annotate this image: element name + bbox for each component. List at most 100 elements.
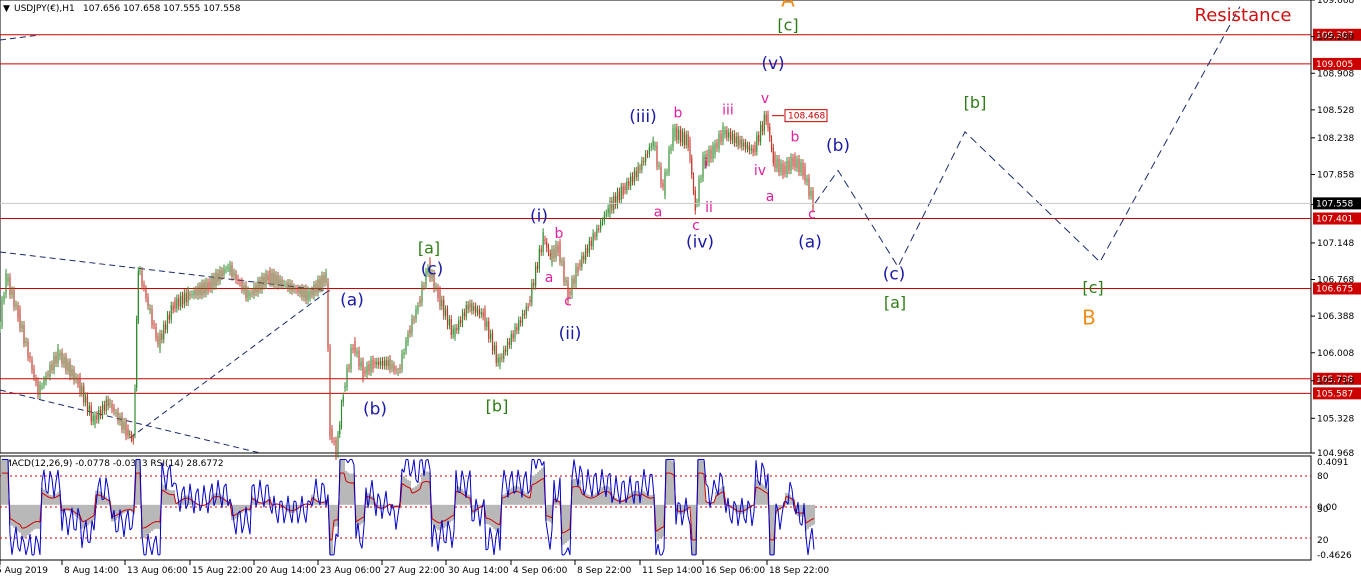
wave-label: b [674, 105, 683, 121]
candle-body [439, 289, 441, 307]
candle-body [798, 158, 800, 173]
candle-body [172, 305, 174, 310]
macd-signal-segment [23, 526, 27, 529]
candle-body [452, 328, 454, 335]
candle-body [136, 319, 138, 388]
candle-body [168, 314, 170, 320]
candle-body [119, 416, 121, 423]
candle-body [399, 367, 401, 370]
candle-body [808, 177, 810, 196]
candle-body [27, 342, 29, 358]
candle-body [261, 276, 263, 290]
candle-body [370, 359, 372, 373]
macd-signal-segment [647, 497, 651, 499]
candle-body [788, 160, 790, 171]
candle-body [325, 272, 327, 283]
candle-body [618, 191, 620, 201]
candle-body [733, 133, 735, 143]
candle-body [155, 326, 157, 338]
macd-signal-segment [561, 532, 565, 534]
macd-axis-label: -0.4626 [1317, 551, 1352, 561]
candle-body [105, 399, 107, 412]
candle-body [7, 277, 9, 282]
candle-body [683, 132, 685, 145]
candle-body [301, 287, 303, 297]
candle-body [592, 233, 594, 247]
candle-body [544, 239, 546, 241]
candle-body [215, 272, 217, 287]
macd-signal-segment [123, 509, 127, 512]
candle-body [538, 248, 540, 269]
time-tick-label: 16 Sep 06:00 [705, 566, 765, 576]
candle-body [445, 309, 447, 316]
candle-body [463, 312, 465, 317]
candle-body [213, 276, 215, 287]
candle-body [163, 324, 165, 340]
candle-body [607, 208, 609, 214]
wave-label: [c] [1082, 278, 1103, 297]
candle-body [115, 412, 117, 414]
macd-signal-segment [347, 481, 351, 484]
candle-body [685, 134, 687, 145]
candle-body [409, 329, 411, 334]
candle-body [130, 434, 133, 439]
candle-body [551, 249, 553, 263]
candle-body [596, 228, 598, 237]
candle-body [401, 353, 403, 369]
wave-label: a [766, 189, 775, 205]
candle-body [745, 142, 747, 149]
candle-body [59, 353, 61, 357]
wave-label: A [781, 0, 795, 12]
candle-body [419, 299, 421, 304]
time-tick-label: 18 Sep 22:00 [769, 566, 829, 576]
candle-body [63, 357, 65, 365]
candle-body [435, 286, 437, 288]
candle-body [469, 303, 471, 309]
price-tick-label: 107.858 [1317, 170, 1354, 180]
candle-body [107, 399, 109, 407]
candle-body [145, 289, 147, 299]
candle-body [295, 288, 297, 290]
candle-body [731, 134, 734, 141]
candle-body [245, 285, 247, 298]
candle-body [331, 428, 333, 440]
candle-body [281, 280, 283, 286]
candle-body [385, 360, 387, 366]
macd-signal-segment [811, 518, 815, 520]
macd-signal-segment [621, 500, 625, 502]
candle-body [662, 183, 664, 187]
level-price-label: 105.587 [1316, 389, 1353, 399]
candle-body [501, 357, 503, 359]
candle-body [687, 134, 689, 148]
candle-body [83, 386, 85, 403]
candle-body [588, 240, 590, 254]
macd-signal-segment [681, 510, 685, 512]
candle-body [165, 324, 167, 330]
candle-body [624, 186, 626, 191]
candle-body [454, 327, 456, 337]
candle-body [514, 327, 516, 338]
candle-body [71, 368, 73, 376]
chart-menu-triangle[interactable]: ▼ [3, 4, 10, 14]
candle-body [698, 179, 700, 203]
wave-label: b [791, 129, 800, 145]
candle-body [790, 157, 792, 171]
wave-label: (iii) [629, 107, 656, 127]
price-tick-label: 108.238 [1317, 134, 1354, 144]
candle-body [641, 160, 643, 170]
candle-body [257, 280, 259, 294]
candle-body [761, 124, 764, 132]
candle-body [531, 282, 533, 303]
candle-body [143, 284, 145, 288]
candle-body [13, 290, 15, 308]
candle-body [285, 284, 287, 286]
wave-label: (b) [826, 136, 850, 156]
candle-body [778, 158, 780, 173]
candle-body [183, 292, 185, 305]
candle-body [75, 376, 77, 380]
wave-label: iii [722, 103, 734, 119]
candle-body [41, 386, 43, 388]
candle-body [681, 132, 684, 143]
candle-body [255, 285, 257, 293]
candle-body [366, 365, 368, 375]
